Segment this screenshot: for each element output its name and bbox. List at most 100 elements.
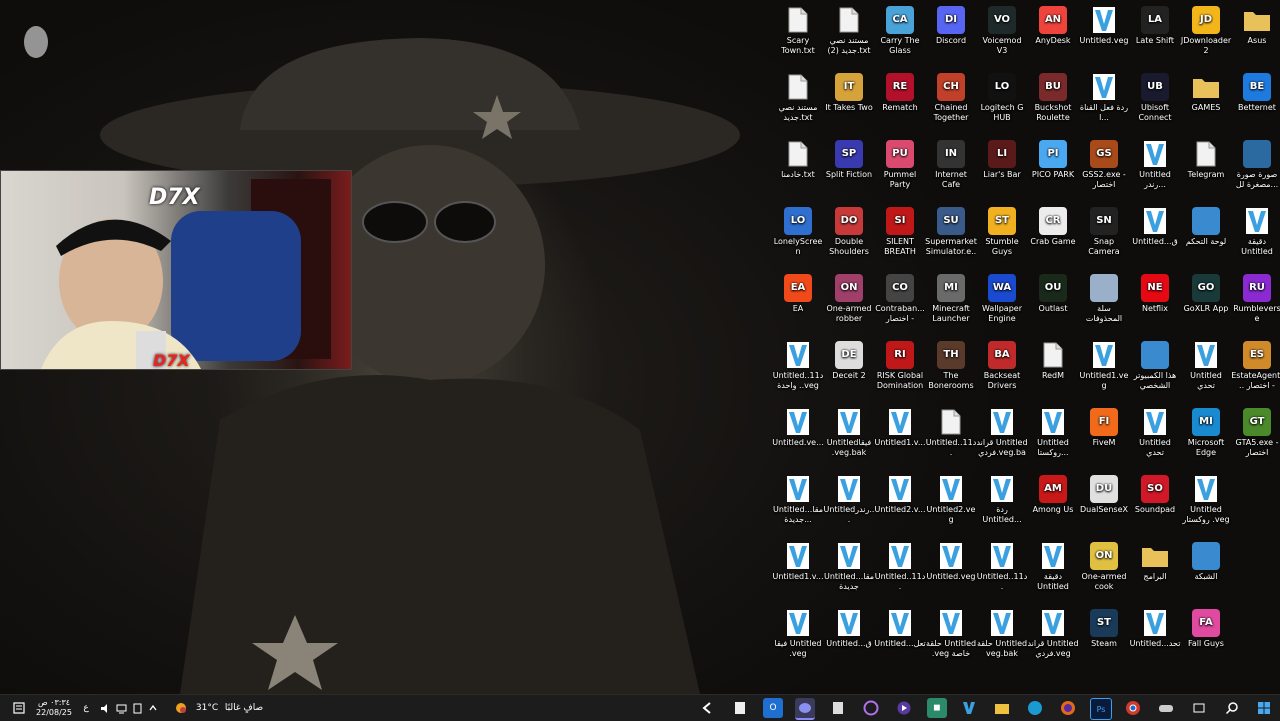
desktop-icon[interactable]: Untitled.veg (925, 538, 977, 582)
desktop-icon[interactable]: فيقا Untitled .veg (772, 605, 824, 659)
desktop-icon[interactable]: Untitled تحدي الضحك.veg (1129, 404, 1181, 458)
desktop-icon[interactable]: WA Wallpaper Engine (976, 270, 1028, 324)
desktop-icon[interactable]: SI SILENT BREATH (874, 203, 926, 257)
desktop-icon[interactable]: RU Rumbleverse (1231, 270, 1280, 324)
desktop-icon[interactable]: DO Double Shoulders (823, 203, 875, 257)
desktop-icon[interactable]: CR Crab Game (1027, 203, 1079, 247)
desktop-icon[interactable]: MI Microsoft Edge (1180, 404, 1232, 458)
desktop-icon[interactable]: IT It Takes Two (823, 69, 875, 113)
desktop-icon[interactable]: SO Soundpad (1129, 471, 1181, 515)
desktop-icon[interactable]: هذا الكمبيوتر الشخصي (1129, 337, 1181, 391)
desktop-icon[interactable]: قراند Untitled فردي.veg.bak (976, 404, 1028, 458)
desktop-icon[interactable]: حلقة Untitled .veg خاصة (925, 605, 977, 659)
desktop-icon[interactable]: SN Snap Camera (1078, 203, 1130, 257)
desktop-icon[interactable]: Untitledد11... واحدة.veg.bak (976, 538, 1028, 592)
desktop-icon[interactable]: RedM (1027, 337, 1079, 381)
desktop-icon[interactable]: Untitled.ve... (772, 404, 824, 448)
taskbar-app-file-explorer[interactable] (992, 698, 1012, 718)
desktop-icon[interactable]: GS GSS2.exe - اختصار (1078, 136, 1130, 190)
desktop-icon[interactable]: Untitled1.v... (874, 404, 926, 448)
taskbar-app-green[interactable]: ◼ (927, 698, 947, 718)
taskbar-app-gamepad[interactable] (1156, 698, 1176, 718)
desktop-icon[interactable]: LO Logitech G HUB (976, 69, 1028, 123)
desktop-icon[interactable]: قراند Untitled فردي.veg (1027, 605, 1079, 659)
desktop-icon[interactable]: ON One-armed robber (823, 270, 875, 324)
task-view-icon[interactable] (1189, 698, 1209, 718)
desktop-icon[interactable]: BA Backseat Drivers Demo (976, 337, 1028, 391)
weather-text[interactable]: صافٍ غالبًا (224, 699, 264, 717)
desktop-icon[interactable]: DE Deceit 2 (823, 337, 875, 381)
taskbar-app-capture[interactable] (698, 698, 718, 718)
desktop-icon[interactable]: LO LonelyScreen (772, 203, 824, 257)
desktop-icon[interactable]: Untitled...ق (1129, 203, 1181, 247)
desktop-icon[interactable]: FA Fall Guys (1180, 605, 1232, 649)
desktop-icon[interactable]: CH Chained Together (925, 69, 977, 123)
weather-temp[interactable]: 31°C (193, 699, 221, 717)
desktop-icon[interactable]: ردة Untitled... فعل القنا (976, 471, 1028, 525)
desktop-icon[interactable]: Untitledمقا... جديدة... (772, 471, 824, 525)
desktop-icon[interactable]: DI Discord (925, 2, 977, 46)
taskbar-app-vegas[interactable] (959, 698, 979, 718)
taskbar-app-firefox[interactable] (1058, 698, 1078, 718)
desktop-icon[interactable]: حلقة Untitled veg.bak خاصة (976, 605, 1028, 659)
desktop-icon[interactable]: Untitled رندر... (1129, 136, 1181, 190)
desktop-icon[interactable]: Untitled1.veg (1078, 337, 1130, 391)
desktop-icon[interactable]: Untitled روكستار .veg (1180, 471, 1232, 525)
desktop-icon[interactable]: Untitledد11... واحدة.veg.b... (874, 538, 926, 592)
chevron-up-icon[interactable] (146, 699, 160, 717)
desktop-icon[interactable]: ON One-armed cook (1078, 538, 1130, 592)
desktop-icon[interactable]: سلة المحذوفات (1078, 270, 1130, 324)
desktop-icon[interactable]: RI RISK Global Domination (874, 337, 926, 391)
desktop-icon[interactable]: Untitled...تحد (1129, 605, 1181, 649)
desktop-icon[interactable]: SP Split Fiction (823, 136, 875, 180)
taskbar-app-chrome[interactable] (1123, 698, 1143, 718)
taskbar-app-discord[interactable] (795, 698, 815, 720)
desktop-icon[interactable]: دقيقة Untitled واحدة.veg (1231, 203, 1280, 257)
desktop-icon[interactable]: MI Minecraft Launcher (925, 270, 977, 324)
desktop-icon[interactable]: AM Among Us (1027, 471, 1079, 515)
weather-icon[interactable] (172, 699, 190, 717)
desktop-icon[interactable]: دقيقة Untitled واحدة.veg.bak (1027, 538, 1079, 592)
desktop-icon[interactable]: DU DualSenseX (1078, 471, 1130, 515)
taskbar-app-obs[interactable] (861, 698, 881, 718)
desktop-icon[interactable]: IN Internet Cafe Simulator 2... (925, 136, 977, 190)
language-indicator[interactable]: ع (80, 699, 92, 717)
desktop-icon[interactable]: SU Supermarket Simulator.e... (925, 203, 977, 257)
desktop-icon[interactable]: Telegram (1180, 136, 1232, 180)
desktop-icon[interactable]: البرامج (1129, 538, 1181, 582)
battery-icon[interactable] (130, 699, 144, 717)
desktop-icon[interactable]: PU Pummel Party (874, 136, 926, 190)
desktop-icon[interactable]: VO Voicemod V3 (976, 2, 1028, 56)
desktop-icon[interactable]: Untitled1.v... (772, 538, 824, 582)
desktop-icon[interactable]: FI FiveM (1078, 404, 1130, 448)
desktop-icon[interactable]: Untitledد11... واحدة.veg.b... (925, 404, 977, 458)
desktop-icon[interactable]: GAMES (1180, 69, 1232, 113)
desktop-icon[interactable]: BE Betternet (1231, 69, 1280, 113)
network-tray-icon[interactable] (114, 699, 128, 717)
desktop-icon[interactable]: NE Netflix (1129, 270, 1181, 314)
search-icon[interactable] (1222, 698, 1242, 718)
desktop-icon[interactable]: صورة صورة مصغرة لل... (1231, 136, 1280, 190)
desktop-icon[interactable]: BU Buckshot Roulette (1027, 69, 1079, 123)
desktop-icon[interactable]: CA Carry The Glass (874, 2, 926, 56)
desktop-icon[interactable]: AN AnyDesk (1027, 2, 1079, 46)
desktop-icon[interactable]: UB Ubisoft Connect (1129, 69, 1181, 123)
desktop-icon[interactable]: مستند نصي جديد (2).txt (823, 2, 875, 56)
taskbar-app-player[interactable] (894, 698, 914, 718)
desktop-icon[interactable]: ST Stumble Guys (976, 203, 1028, 257)
desktop-icon[interactable]: ES EstateAgent... اختصار - (1231, 337, 1280, 391)
desktop-icon[interactable]: LI Liar's Bar (976, 136, 1028, 180)
desktop-icon[interactable]: RE Rematch (874, 69, 926, 113)
volume-icon[interactable] (98, 699, 112, 717)
desktop-icon[interactable]: Untitledرندر... (823, 471, 875, 525)
start-button-icon[interactable] (1254, 698, 1274, 718)
desktop-icon[interactable]: Untitled روكستا... (1027, 404, 1079, 458)
desktop-icon[interactable]: ردة فعل القناة ا... (1078, 69, 1130, 123)
desktop-icon[interactable]: الشبكة (1180, 538, 1232, 582)
taskbar-app-edge[interactable] (1025, 698, 1045, 718)
desktop-icon[interactable]: LA Late Shift (1129, 2, 1181, 46)
desktop-icon[interactable]: Untitled...ق (823, 605, 875, 649)
desktop-icon[interactable]: Untitledد11... واحدة.veg (772, 337, 824, 391)
desktop-icon[interactable]: PI PICO PARK (1027, 136, 1079, 180)
desktop-icon[interactable]: Scary Town.txt (772, 2, 824, 56)
